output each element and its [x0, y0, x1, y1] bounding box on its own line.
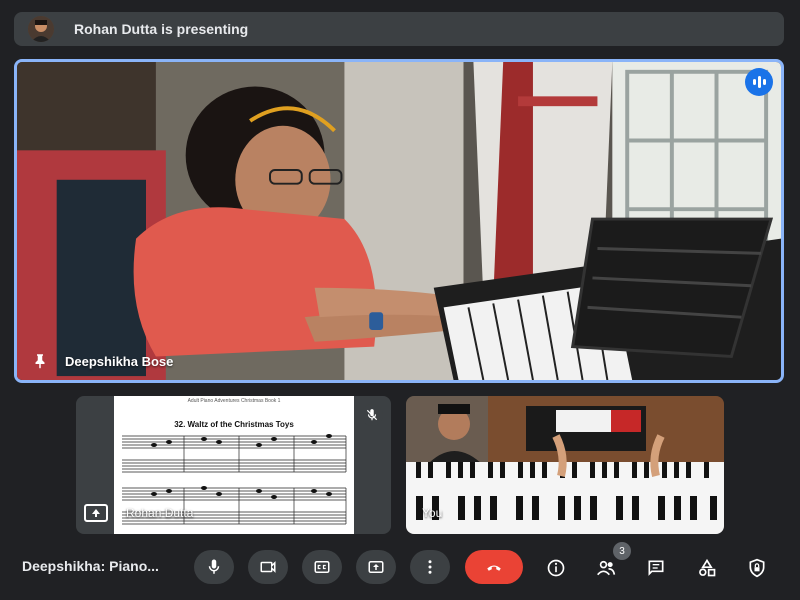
- chat-button[interactable]: [642, 554, 670, 582]
- activities-icon: [699, 558, 716, 577]
- microphone-icon: [208, 559, 220, 574]
- piece-title: 32. Waltz of the Christmas Toys: [174, 420, 294, 429]
- self-video: [406, 396, 724, 534]
- speaking-indicator-icon: [745, 68, 773, 96]
- activities-button[interactable]: [693, 554, 721, 582]
- people-icon: [597, 560, 616, 576]
- info-icon: [547, 559, 565, 577]
- presenting-text: Rohan Dutta is presenting: [74, 21, 249, 37]
- host-controls-button[interactable]: [743, 554, 771, 582]
- captions-icon: [314, 561, 330, 573]
- presenting-banner: Rohan Dutta is presenting: [14, 12, 784, 46]
- participants-count-badge: 3: [613, 542, 631, 560]
- present-screen-button[interactable]: [356, 550, 396, 584]
- participant-video: [17, 62, 781, 380]
- main-tile-label: Deepshikha Bose: [31, 352, 173, 370]
- camera-icon: [260, 561, 276, 573]
- microphone-button[interactable]: [194, 550, 234, 584]
- presenter-avatar: [28, 16, 54, 42]
- presentation-icon: [84, 504, 108, 522]
- end-call-button[interactable]: [465, 550, 523, 584]
- rohan-name-label: Rohan Dutta: [126, 506, 194, 520]
- main-participant-name: Deepshikha Bose: [65, 353, 174, 369]
- more-options-button[interactable]: [410, 550, 450, 584]
- control-bar: Deepshikha: Piano...: [0, 546, 800, 590]
- present-screen-icon: [368, 561, 384, 573]
- end-call-icon: [487, 565, 501, 571]
- you-name-label: You: [422, 506, 443, 520]
- main-video-tile[interactable]: Deepshikha Bose: [14, 59, 784, 383]
- meeting-info-button[interactable]: [542, 554, 570, 582]
- host-controls-icon: [749, 558, 765, 578]
- self-video-tile[interactable]: You: [406, 396, 724, 534]
- chat-icon: [648, 560, 664, 576]
- pin-icon[interactable]: [31, 352, 49, 370]
- camera-button[interactable]: [248, 550, 288, 584]
- mic-off-icon: [361, 404, 383, 426]
- meeting-title: Deepshikha: Piano...: [22, 558, 159, 574]
- presentation-tile[interactable]: Adult Piano Adventures Christmas Book 1 …: [76, 396, 391, 534]
- more-options-icon: [428, 560, 432, 574]
- sheet-header: Adult Piano Adventures Christmas Book 1: [187, 398, 281, 404]
- captions-button[interactable]: [302, 550, 342, 584]
